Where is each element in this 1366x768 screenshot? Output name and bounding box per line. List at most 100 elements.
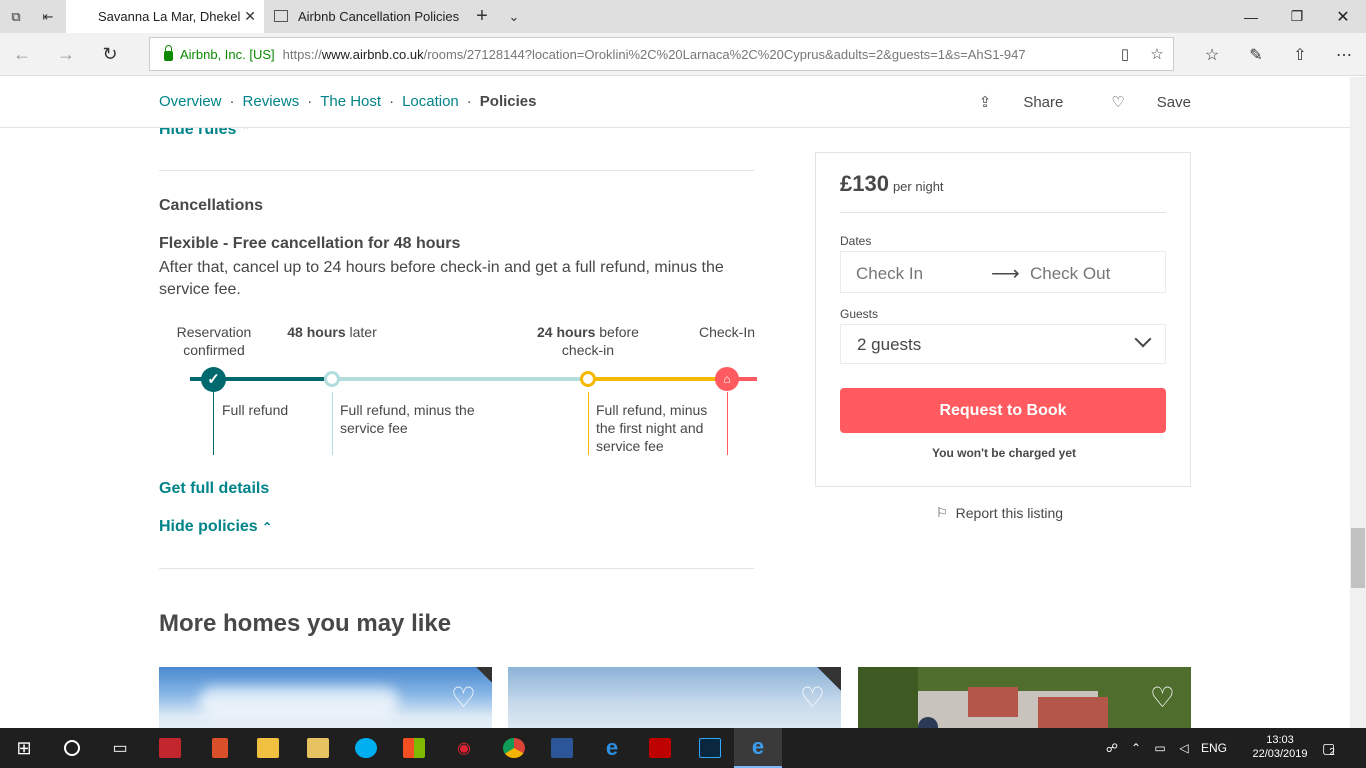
chevron-up-icon[interactable]: ⌃ (1124, 741, 1148, 755)
request-to-book-button[interactable]: Request to Book (840, 388, 1166, 433)
share-button[interactable]: ⇪ Share (955, 93, 1064, 112)
close-window-icon[interactable]: ✕ (1320, 0, 1366, 33)
set-tabs-aside-icon[interactable]: ⇤ (32, 0, 64, 33)
ie-icon[interactable]: e (588, 728, 636, 768)
timeline-segment-minus-night (588, 377, 727, 381)
share-icon[interactable]: ⇧ (1278, 45, 1322, 65)
forward-icon[interactable]: → (44, 33, 88, 76)
cloud-image (199, 687, 399, 717)
cancellations-heading: Cancellations (159, 197, 264, 214)
check-icon: ✓ (201, 367, 226, 392)
windows-start-icon[interactable]: ⊞ (0, 728, 48, 768)
photoshop-icon[interactable] (686, 728, 734, 768)
more-homes-heading: More homes you may like (159, 610, 452, 637)
more-menu-icon[interactable]: ⋯ (1322, 45, 1366, 65)
timeline-tick (727, 392, 728, 455)
segment-label-minus-fee: Full refund, minus the service fee (340, 402, 475, 436)
timeline-reservation-confirmed: Reservation confirmed (176, 324, 252, 358)
dates-picker: Check In ⟶ Check Out (840, 251, 1166, 293)
nav-policies[interactable]: Policies (480, 93, 537, 110)
folder-app-icon[interactable] (294, 728, 342, 768)
ev-certificate[interactable]: Airbnb, Inc. [US] (180, 47, 275, 62)
store-icon[interactable] (390, 728, 438, 768)
page-content: Overview · Reviews · The Host · Location… (0, 77, 1350, 728)
reading-view-icon[interactable]: ▯ (1109, 45, 1141, 63)
lock-icon (164, 45, 173, 61)
guests-select[interactable]: 2 guests (840, 324, 1166, 364)
filezilla-icon[interactable] (636, 728, 684, 768)
skype-icon[interactable] (342, 728, 390, 768)
tab-cancellation-policies[interactable]: Airbnb Cancellation Policies (264, 0, 464, 33)
language-indicator[interactable]: ENG (1196, 741, 1232, 755)
battery-icon[interactable]: ▭ (1148, 741, 1172, 755)
no-charge-notice: You won't be charged yet (932, 446, 1076, 460)
hide-policies-link[interactable]: Hide policies ⌃ (159, 518, 272, 536)
timeline-check-in: Check-In (698, 324, 756, 340)
url-field[interactable]: Airbnb, Inc. [US] https://www.airbnb.co.… (149, 37, 1174, 71)
cortana-search-icon[interactable] (48, 728, 96, 768)
milestone-node (324, 371, 340, 387)
nav-the-host[interactable]: The Host (320, 93, 381, 110)
action-center[interactable]: ▢ 2 (1322, 728, 1335, 768)
policy-description: After that, cancel up to 24 hours before… (159, 259, 724, 298)
arrow-right-icon: ⟶ (991, 263, 1020, 285)
web-note-pen-icon[interactable]: ✎ (1234, 45, 1278, 65)
get-full-details-link[interactable]: Get full details (159, 480, 269, 498)
back-icon[interactable]: ← (0, 33, 44, 76)
close-tab-icon[interactable]: ✕ (244, 8, 256, 25)
scrollbar-thumb[interactable] (1351, 528, 1365, 588)
timeline-tick (332, 392, 333, 455)
nav-reviews[interactable]: Reviews (243, 93, 300, 110)
nav-location[interactable]: Location (402, 93, 459, 110)
chevron-up-icon: ⌃ (262, 520, 273, 534)
word-icon[interactable] (538, 728, 586, 768)
people-icon[interactable]: ☍ (1100, 741, 1124, 755)
timeline-tick (213, 392, 214, 455)
nightly-price: £130 per night (840, 171, 944, 196)
dates-label: Dates (840, 234, 872, 248)
segment-label-full-refund: Full refund (222, 402, 289, 418)
milestone-node (580, 371, 596, 387)
home-card[interactable]: ♡ (508, 667, 841, 728)
save-button[interactable]: ♡ Save (1087, 93, 1191, 112)
home-card[interactable]: ♡ (858, 667, 1191, 728)
refresh-icon[interactable]: ↻ (88, 33, 132, 76)
favorites-hub-icon[interactable]: ☆ (1190, 45, 1234, 65)
nav-overview[interactable]: Overview (159, 93, 222, 110)
tab-title: Airbnb Cancellation Policies (298, 9, 460, 24)
upload-share-icon: ⇪ (978, 94, 992, 111)
tab-savanna[interactable]: Savanna La Mar, Dhekel ✕ (66, 0, 264, 33)
check-in-field[interactable]: Check In (856, 264, 923, 284)
edge-icon[interactable]: e (734, 728, 782, 768)
home-icon: ⌂ (715, 367, 739, 391)
task-view-icon[interactable]: ▭ (96, 728, 144, 768)
timeline-24-hours: 24 hours before check-in (537, 324, 639, 358)
windows-taskbar: ⊞ ▭ ◉ e e ☍ ⌃ ▭ ◁ ENG 13:03 22/03/2019 ▢ … (0, 728, 1366, 768)
chevron-down-icon[interactable]: ⌄ (498, 0, 530, 33)
timeline-segment-minus-fee (332, 377, 588, 381)
home-card[interactable]: ♡ (159, 667, 492, 728)
divider (159, 170, 754, 171)
timeline-tick (588, 392, 589, 455)
check-out-field[interactable]: Check Out (1030, 264, 1110, 284)
heart-icon[interactable]: ♡ (451, 681, 476, 714)
heart-icon[interactable]: ♡ (800, 681, 825, 714)
chrome-icon[interactable] (490, 728, 538, 768)
clock[interactable]: 13:03 22/03/2019 (1252, 733, 1308, 761)
volume-icon[interactable]: ◁ (1172, 741, 1196, 755)
wifi-app-icon[interactable]: ◉ (440, 728, 488, 768)
tab-actions-icon[interactable]: ⧉ (0, 0, 32, 33)
flag-icon: ⚐ (936, 505, 948, 520)
reader-app-icon[interactable] (146, 728, 194, 768)
report-listing-link[interactable]: ⚐ Report this listing (936, 505, 1063, 521)
file-explorer-icon[interactable] (244, 728, 292, 768)
heart-icon[interactable]: ♡ (1150, 681, 1175, 714)
booking-widget: £130 per night Dates Check In ⟶ Check Out… (815, 152, 1191, 487)
favorite-star-icon[interactable]: ☆ (1141, 45, 1173, 63)
new-tab-icon[interactable]: + (466, 0, 498, 33)
pdf-app-icon[interactable] (196, 728, 244, 768)
minimize-icon[interactable]: — (1228, 0, 1274, 33)
restore-icon[interactable]: ❐ (1274, 0, 1320, 33)
segment-label-minus-night: Full refund, minus the first night and s… (596, 402, 708, 454)
page-scrollbar[interactable] (1350, 77, 1366, 728)
